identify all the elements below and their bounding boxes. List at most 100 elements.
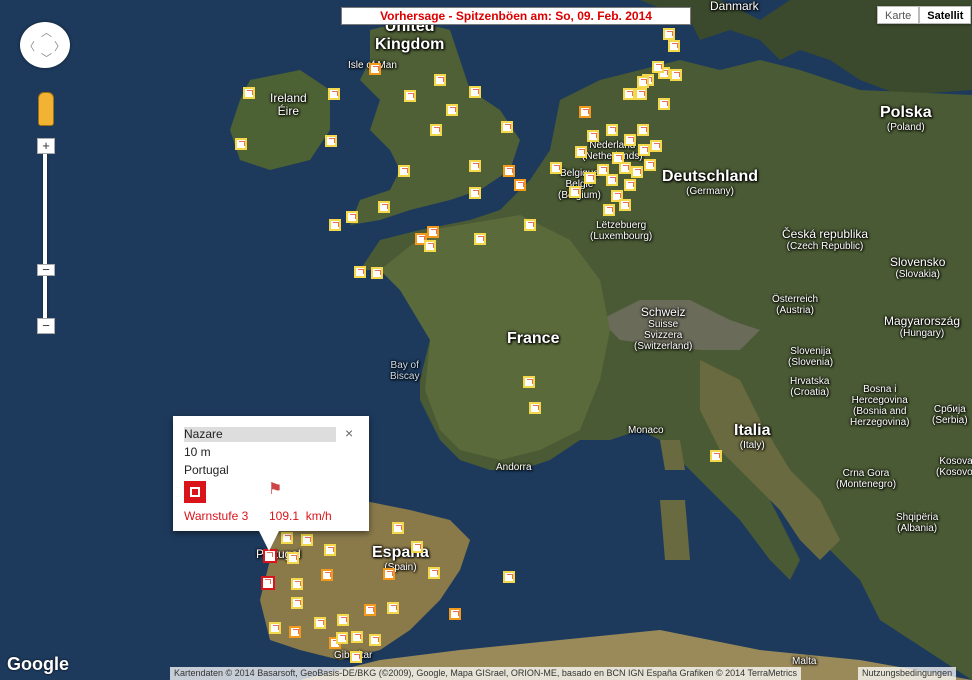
station-marker-icon[interactable] [235, 138, 247, 150]
station-marker-icon[interactable] [663, 28, 675, 40]
station-marker-icon[interactable] [291, 578, 303, 590]
label-bosnia: Bosna i Hercegovina (Bosnia and Herzegovi… [850, 384, 910, 428]
station-marker-icon[interactable] [430, 124, 442, 136]
station-marker-icon[interactable] [329, 219, 341, 231]
pan-right-icon[interactable]: 〉 [54, 38, 65, 54]
station-marker-icon[interactable] [427, 226, 439, 238]
station-marker-icon[interactable] [606, 124, 618, 136]
map-canvas[interactable]: United Kingdom Isle of Man Ireland Éire … [0, 0, 972, 680]
map-type-karte-button[interactable]: Karte [877, 6, 920, 24]
zoom-slider-handle[interactable]: − [37, 263, 55, 276]
station-marker-icon[interactable] [658, 98, 670, 110]
station-country: Portugal [184, 463, 229, 477]
station-marker-icon[interactable] [449, 608, 461, 620]
station-marker-icon[interactable] [637, 76, 649, 88]
station-marker-icon[interactable] [670, 69, 682, 81]
station-marker-icon[interactable] [587, 130, 599, 142]
street-view-pegman-icon[interactable] [38, 92, 54, 126]
station-marker-icon[interactable] [324, 544, 336, 556]
terms-link[interactable]: Nutzungsbedingungen [858, 667, 957, 680]
station-marker-icon[interactable] [603, 204, 615, 216]
station-marker-alert-icon[interactable] [263, 549, 277, 563]
station-marker-icon[interactable] [637, 124, 649, 136]
zoom-slider-track[interactable] [43, 152, 47, 320]
station-marker-icon[interactable] [354, 266, 366, 278]
label-ireland: Ireland Éire [270, 91, 307, 119]
station-marker-icon[interactable] [710, 450, 722, 462]
station-marker-icon[interactable] [619, 199, 631, 211]
station-marker-icon[interactable] [289, 626, 301, 638]
station-marker-icon[interactable] [550, 162, 562, 174]
station-marker-alert-icon[interactable] [261, 576, 275, 590]
station-marker-icon[interactable] [383, 568, 395, 580]
station-marker-icon[interactable] [668, 40, 680, 52]
label-polska: Polska (Poland) [880, 104, 932, 133]
station-marker-icon[interactable] [398, 165, 410, 177]
station-marker-icon[interactable] [524, 219, 536, 231]
pan-left-icon[interactable]: 〈 [24, 38, 35, 54]
station-marker-icon[interactable] [635, 88, 647, 100]
station-marker-icon[interactable] [325, 135, 337, 147]
station-marker-icon[interactable] [446, 104, 458, 116]
station-marker-icon[interactable] [424, 240, 436, 252]
station-marker-icon[interactable] [314, 617, 326, 629]
station-marker-icon[interactable] [337, 614, 349, 626]
pan-up-icon[interactable]: ︿ [41, 24, 52, 40]
station-marker-icon[interactable] [469, 160, 481, 172]
warning-level-text: Warnstufe 3 [184, 509, 249, 523]
station-marker-icon[interactable] [575, 146, 587, 158]
station-marker-icon[interactable] [606, 174, 618, 186]
station-marker-icon[interactable] [281, 532, 293, 544]
station-marker-icon[interactable] [474, 233, 486, 245]
station-marker-icon[interactable] [523, 376, 535, 388]
label-bay-of-biscay: Bay of Biscay [390, 360, 420, 382]
station-marker-icon[interactable] [369, 634, 381, 646]
map-type-satellit-button[interactable]: Satellit [919, 6, 972, 24]
station-marker-icon[interactable] [469, 187, 481, 199]
station-marker-icon[interactable] [351, 631, 363, 643]
station-marker-icon[interactable] [411, 541, 423, 553]
station-marker-icon[interactable] [350, 651, 362, 663]
station-marker-icon[interactable] [624, 134, 636, 146]
close-icon[interactable]: × [345, 425, 353, 441]
station-marker-icon[interactable] [269, 622, 281, 634]
station-marker-icon[interactable] [392, 522, 404, 534]
zoom-in-button[interactable]: + [37, 138, 55, 154]
station-marker-icon[interactable] [503, 571, 515, 583]
station-marker-icon[interactable] [364, 604, 376, 616]
station-marker-icon[interactable] [623, 88, 635, 100]
station-marker-icon[interactable] [371, 267, 383, 279]
station-marker-icon[interactable] [579, 106, 591, 118]
station-marker-icon[interactable] [501, 121, 513, 133]
station-marker-icon[interactable] [243, 87, 255, 99]
station-marker-icon[interactable] [650, 140, 662, 152]
station-marker-icon[interactable] [336, 632, 348, 644]
station-marker-icon[interactable] [584, 172, 596, 184]
station-marker-icon[interactable] [514, 179, 526, 191]
station-marker-icon[interactable] [301, 534, 313, 546]
station-marker-icon[interactable] [428, 567, 440, 579]
station-marker-icon[interactable] [404, 90, 416, 102]
station-marker-icon[interactable] [624, 179, 636, 191]
station-marker-icon[interactable] [503, 165, 515, 177]
station-marker-icon[interactable] [631, 166, 643, 178]
station-marker-icon[interactable] [369, 63, 381, 75]
station-marker-icon[interactable] [346, 211, 358, 223]
pan-control[interactable]: ︿ 〈 〉 ﹀ [20, 22, 70, 68]
station-marker-icon[interactable] [328, 88, 340, 100]
station-marker-icon[interactable] [529, 402, 541, 414]
station-marker-icon[interactable] [644, 159, 656, 171]
station-marker-icon[interactable] [569, 186, 581, 198]
station-marker-icon[interactable] [469, 86, 481, 98]
station-marker-icon[interactable] [638, 144, 650, 156]
station-marker-icon[interactable] [378, 201, 390, 213]
station-marker-icon[interactable] [321, 569, 333, 581]
zoom-out-button[interactable]: − [37, 318, 55, 334]
station-marker-icon[interactable] [619, 162, 631, 174]
station-marker-icon[interactable] [434, 74, 446, 86]
station-marker-icon[interactable] [387, 602, 399, 614]
pan-down-icon[interactable]: ﹀ [41, 50, 52, 66]
station-marker-icon[interactable] [291, 597, 303, 609]
station-marker-icon[interactable] [287, 552, 299, 564]
station-marker-icon[interactable] [652, 61, 664, 73]
